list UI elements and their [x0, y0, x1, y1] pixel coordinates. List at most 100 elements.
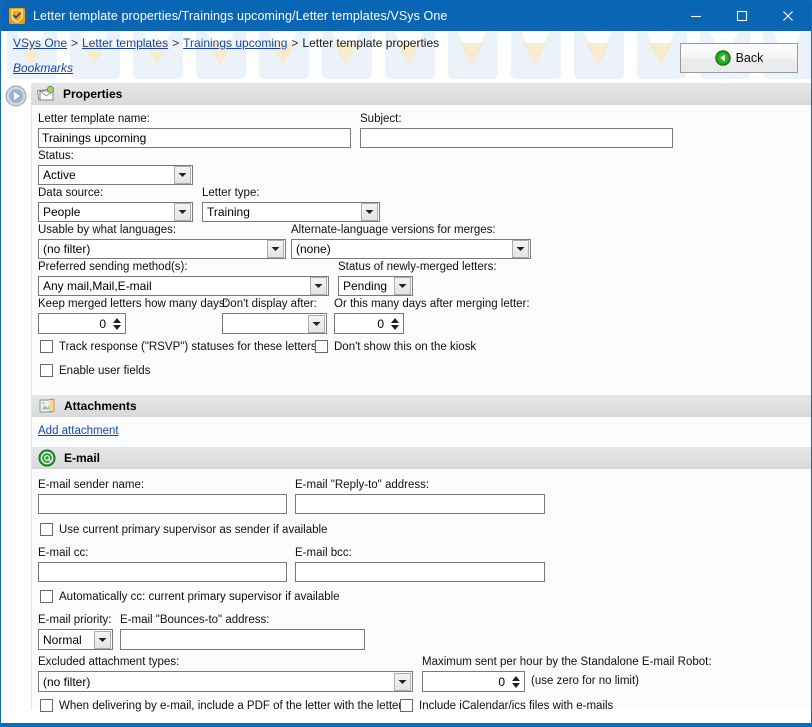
- checkbox-box: [400, 699, 413, 712]
- section-title-properties: Properties: [63, 87, 123, 101]
- banner-bar: VSys One > Letter templates > Trainings upco…: [1, 31, 811, 83]
- label-email-priority: E-mail priority:: [38, 614, 112, 626]
- breadcrumb-separator: >: [172, 36, 180, 50]
- merged-status-select[interactable]: Pending: [338, 276, 413, 296]
- status-select-value: Active: [43, 168, 76, 182]
- label-data-source: Data source:: [38, 187, 104, 199]
- checkbox-user-fields[interactable]: Enable user fields: [40, 364, 150, 377]
- checkbox-include-ical-label: Include iCalendar/ics files with e-mails: [419, 699, 614, 712]
- letter-type-select-value: Training: [207, 205, 250, 219]
- back-button-label: Back: [735, 51, 764, 65]
- checkbox-kiosk-label: Don't show this on the kiosk: [334, 340, 477, 353]
- bookmarks-link[interactable]: Bookmarks: [13, 61, 73, 75]
- chevron-down-icon: [267, 240, 284, 258]
- checkbox-box: [315, 340, 328, 353]
- email-cc-input[interactable]: [38, 562, 287, 582]
- breadcrumb-item-letter-templates[interactable]: Letter templates: [82, 36, 168, 50]
- email-bcc-input[interactable]: [295, 562, 545, 582]
- label-days-after-merge: Or this many days after merging letter:: [334, 298, 530, 310]
- checkbox-box: [40, 364, 53, 377]
- breadcrumb-item-vsys-one[interactable]: VSys One: [13, 36, 67, 50]
- stepper-arrows-icon[interactable]: [509, 672, 523, 691]
- stepper-arrows-icon[interactable]: [110, 314, 124, 333]
- dont-display-after-select[interactable]: [222, 313, 327, 334]
- checkbox-track-rsvp[interactable]: Track response ("RSVP") statuses for the…: [40, 340, 317, 353]
- email-priority-select[interactable]: Normal: [38, 629, 113, 650]
- days-after-merge-stepper[interactable]: 0: [334, 313, 404, 334]
- attachment-icon: [38, 397, 56, 415]
- section-title-attachments: Attachments: [64, 399, 137, 413]
- section-title-email: E-mail: [64, 451, 101, 465]
- data-source-select-value: People: [43, 205, 81, 219]
- checkbox-include-pdf-label: When delivering by e-mail, include a PDF…: [59, 699, 403, 712]
- at-sign-icon: [38, 449, 56, 467]
- label-excluded-types: Excluded attachment types:: [38, 656, 180, 668]
- back-button[interactable]: Back: [680, 43, 798, 73]
- add-attachment-link[interactable]: Add attachment: [38, 425, 119, 437]
- left-rail: [1, 83, 31, 726]
- chevron-down-icon: [394, 277, 411, 295]
- application-window: Letter template properties/Trainings upc…: [0, 0, 812, 727]
- checkbox-include-ical[interactable]: Include iCalendar/ics files with e-mails: [400, 699, 613, 712]
- excluded-types-value: (no filter): [43, 674, 91, 689]
- vsys-shield-icon: [9, 8, 25, 24]
- checkbox-box: [40, 699, 53, 712]
- window-bottom-edge: [1, 723, 811, 726]
- label-subject: Subject:: [360, 113, 402, 125]
- checkbox-box: [40, 590, 53, 603]
- chevron-down-icon: [308, 314, 325, 333]
- sending-method-select[interactable]: Any mail,Mail,E-mail: [38, 276, 329, 296]
- email-bounces-to-input[interactable]: [120, 629, 365, 650]
- subject-input[interactable]: [360, 128, 673, 148]
- merged-status-select-value: Pending: [343, 279, 388, 293]
- label-template-name: Letter template name:: [38, 113, 150, 125]
- label-email-bcc: E-mail bcc:: [295, 547, 352, 559]
- keep-days-stepper[interactable]: 0: [38, 313, 126, 334]
- alt-language-select[interactable]: (none): [291, 239, 531, 259]
- languages-select-value: (no filter): [43, 242, 91, 256]
- email-reply-to-input[interactable]: [295, 494, 545, 514]
- breadcrumb-item-trainings-upcoming[interactable]: Trainings upcoming: [183, 36, 287, 50]
- data-source-select[interactable]: People: [38, 202, 193, 222]
- minimize-button[interactable]: [673, 1, 719, 31]
- window-controls: [673, 1, 811, 31]
- label-merged-status: Status of newly-merged letters:: [338, 261, 497, 273]
- close-button[interactable]: [765, 1, 811, 31]
- chevron-down-icon: [361, 203, 378, 221]
- label-email-cc: E-mail cc:: [38, 547, 89, 559]
- label-email-bounces-to: E-mail "Bounces-to" address:: [120, 614, 270, 626]
- letter-type-select[interactable]: Training: [202, 202, 380, 222]
- email-priority-value: Normal: [43, 632, 82, 647]
- checkbox-auto-cc-supervisor[interactable]: Automatically cc: current primary superv…: [40, 590, 340, 603]
- breadcrumb-separator: >: [71, 36, 79, 50]
- section-header-email[interactable]: E-mail: [32, 447, 811, 469]
- section-expander-properties[interactable]: [5, 85, 27, 107]
- checkbox-use-supervisor-sender[interactable]: Use current primary supervisor as sender…: [40, 523, 327, 536]
- checkbox-box: [40, 340, 53, 353]
- chevron-down-icon: [394, 672, 411, 691]
- checkbox-use-supervisor-sender-label: Use current primary supervisor as sender…: [59, 523, 328, 536]
- status-select[interactable]: Active: [38, 165, 193, 185]
- chevron-down-icon: [174, 203, 191, 221]
- label-alt-language: Alternate-language versions for merges:: [291, 224, 496, 236]
- maximize-button[interactable]: [719, 1, 765, 31]
- chevron-down-icon: [512, 240, 529, 258]
- label-status: Status:: [38, 150, 74, 162]
- template-name-input[interactable]: [38, 128, 351, 148]
- email-sender-name-input[interactable]: [38, 494, 287, 514]
- section-header-attachments[interactable]: Attachments: [32, 395, 811, 417]
- label-letter-type: Letter type:: [202, 187, 260, 199]
- stepper-arrows-icon[interactable]: [388, 314, 402, 333]
- languages-select[interactable]: (no filter): [38, 239, 286, 259]
- checkbox-box: [40, 523, 53, 536]
- label-keep-days: Keep merged letters how many days:: [38, 298, 228, 310]
- sending-method-select-value: Any mail,Mail,E-mail: [43, 279, 152, 293]
- max-per-hour-stepper[interactable]: 0: [422, 671, 525, 692]
- chevron-down-icon: [94, 630, 111, 649]
- keep-days-value: 0: [99, 316, 106, 331]
- checkbox-kiosk[interactable]: Don't show this on the kiosk: [315, 340, 476, 353]
- excluded-types-select[interactable]: (no filter): [38, 671, 413, 692]
- checkbox-include-pdf[interactable]: When delivering by e-mail, include a PDF…: [40, 699, 402, 712]
- label-languages: Usable by what languages:: [38, 224, 177, 236]
- section-header-properties[interactable]: Properties: [31, 83, 811, 105]
